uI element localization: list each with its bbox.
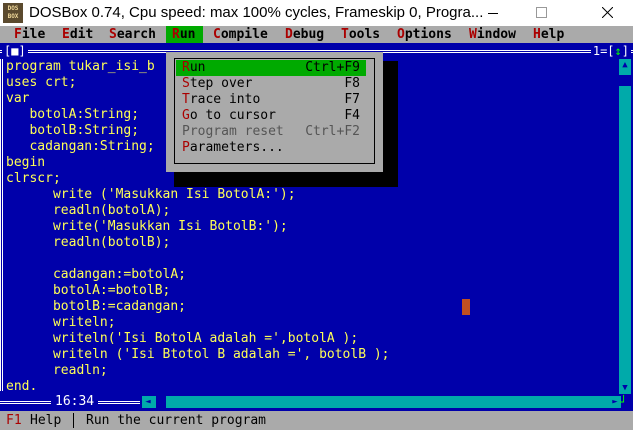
horizontal-scroll-thumb[interactable] <box>156 396 166 408</box>
cursor-position: 16:34 <box>51 394 99 410</box>
code-line[interactable]: writeln ('Isi Btotol B adalah =', botolB… <box>6 347 606 363</box>
shortcut-label: F7 <box>344 92 360 107</box>
app-icon-text-top: DOS <box>7 5 19 12</box>
run-dropdown-menu: Run Ctrl+F9 Step over F8 Trace into F7 G… <box>166 52 383 172</box>
code-line[interactable]: readln; <box>6 363 606 379</box>
code-line[interactable]: writeln; <box>6 315 606 331</box>
editor-frame-bottom: 16:34 ◄ ► ┘ <box>0 394 633 410</box>
menu-help[interactable]: Help <box>533 26 564 43</box>
code-line[interactable]: write('Masukkan Isi BotolB:'); <box>6 219 606 235</box>
scroll-up-arrow-icon[interactable]: ▲ <box>619 59 631 71</box>
status-help-label[interactable]: Help <box>30 411 61 430</box>
run-menu-item-program-reset: Program reset Ctrl+F2 <box>182 124 360 139</box>
code-line[interactable]: readln(botolB); <box>6 235 606 251</box>
scroll-down-arrow-icon[interactable]: ▼ <box>619 382 631 394</box>
text-cursor <box>462 299 470 315</box>
dos-screen[interactable]: File Edit Search Run Compile Debug Tools… <box>0 26 633 430</box>
menu-compile[interactable]: Compile <box>213 26 268 43</box>
editor-frame-left <box>0 59 3 391</box>
shortcut-label: F4 <box>344 108 360 123</box>
run-menu-item-trace-into[interactable]: Trace into F7 <box>176 92 366 108</box>
editor-close-box[interactable]: [■] <box>2 43 28 59</box>
menu-options[interactable]: Options <box>397 26 452 43</box>
code-line[interactable]: botolB:=cadangan; <box>6 299 606 315</box>
run-menu-item-go-to-cursor[interactable]: Go to cursor F4 <box>176 108 366 124</box>
menu-debug[interactable]: Debug <box>285 26 324 43</box>
minimize-button[interactable] <box>470 0 516 26</box>
menu-tools[interactable]: Tools <box>341 26 380 43</box>
code-line[interactable] <box>6 251 606 267</box>
editor-window-number[interactable]: 1=[↕] <box>590 43 631 59</box>
shortcut-label: F8 <box>344 76 360 91</box>
code-line[interactable]: end. <box>6 379 606 395</box>
menu-bar: File Edit Search Run Compile Debug Tools… <box>0 26 633 43</box>
menu-window[interactable]: Window <box>469 26 516 43</box>
scroll-left-arrow-icon[interactable]: ◄ <box>142 396 154 408</box>
menu-run[interactable]: Run <box>166 26 204 43</box>
window-title: DOSBox 0.74, Cpu speed: max 100% cycles,… <box>29 4 484 21</box>
code-line[interactable]: readln(botolA); <box>6 203 606 219</box>
status-bar: F1 Help Run the current program <box>0 411 633 430</box>
code-line[interactable]: write ('Masukkan Isi BotolA:'); <box>6 187 606 203</box>
run-menu-item-step-over[interactable]: Step over F8 <box>176 76 366 92</box>
app-icon-text-bottom: BOX <box>7 13 19 20</box>
status-help-key[interactable]: F1 <box>6 411 22 430</box>
menu-edit[interactable]: Edit <box>62 26 93 43</box>
shortcut-label: Ctrl+F9 <box>305 60 360 75</box>
code-line[interactable]: botolA:=botolB; <box>6 283 606 299</box>
status-hint: Run the current program <box>86 413 267 428</box>
window-titlebar[interactable]: DOS BOX DOSBox 0.74, Cpu speed: max 100%… <box>0 0 633 26</box>
code-line[interactable]: cadangan:=botolA; <box>6 267 606 283</box>
menu-file[interactable]: File <box>14 26 45 43</box>
menu-search[interactable]: Search <box>109 26 156 43</box>
vertical-scrollbar[interactable] <box>619 59 631 394</box>
zoom-icon[interactable]: ↕ <box>615 44 622 58</box>
close-icon <box>602 7 613 18</box>
vertical-scroll-thumb[interactable] <box>619 75 631 86</box>
dosbox-app-icon: DOS BOX <box>3 3 23 23</box>
code-line[interactable]: writeln('Isi BotolA adalah =',botolA ); <box>6 331 606 347</box>
resize-grip-icon[interactable]: ┘ <box>620 394 632 410</box>
maximize-button[interactable] <box>518 0 564 26</box>
horizontal-scrollbar[interactable] <box>142 396 621 408</box>
run-menu-item-parameters[interactable]: Parameters... <box>176 140 366 156</box>
close-window-button[interactable] <box>584 0 630 26</box>
shortcut-label: Ctrl+F2 <box>305 124 360 139</box>
run-menu-item-run[interactable]: Run Ctrl+F9 <box>176 60 366 76</box>
status-separator <box>73 413 74 428</box>
